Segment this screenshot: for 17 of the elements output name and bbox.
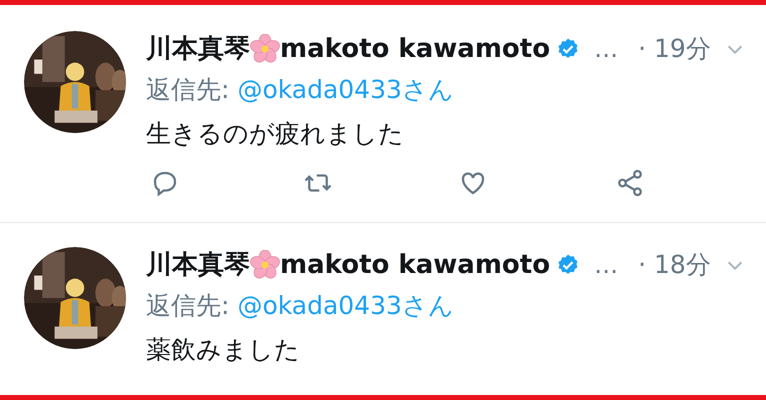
reply-label: 返信先:: [146, 290, 230, 322]
timestamp: · 19分: [638, 33, 711, 66]
flower-icon: [250, 250, 280, 280]
truncation-ellipsis: …: [594, 250, 618, 281]
timestamp: · 18分: [638, 249, 711, 282]
truncation-ellipsis: …: [594, 34, 618, 65]
flower-icon: [250, 34, 280, 64]
display-name: makoto kawamoto: [280, 248, 550, 282]
display-name: 川本真琴: [146, 32, 250, 66]
tweet-text: 生きるのが疲れました: [146, 118, 405, 150]
display-name: 川本真琴: [146, 248, 250, 282]
mention-link[interactable]: @okada0433さん: [237, 71, 454, 108]
mention-link[interactable]: @okada0433さん: [237, 287, 454, 324]
reply-label: 返信先:: [146, 74, 230, 106]
display-name: makoto kawamoto: [280, 32, 550, 66]
tweet-text: 薬飲みました: [146, 334, 301, 366]
share-icon[interactable]: [615, 168, 645, 198]
